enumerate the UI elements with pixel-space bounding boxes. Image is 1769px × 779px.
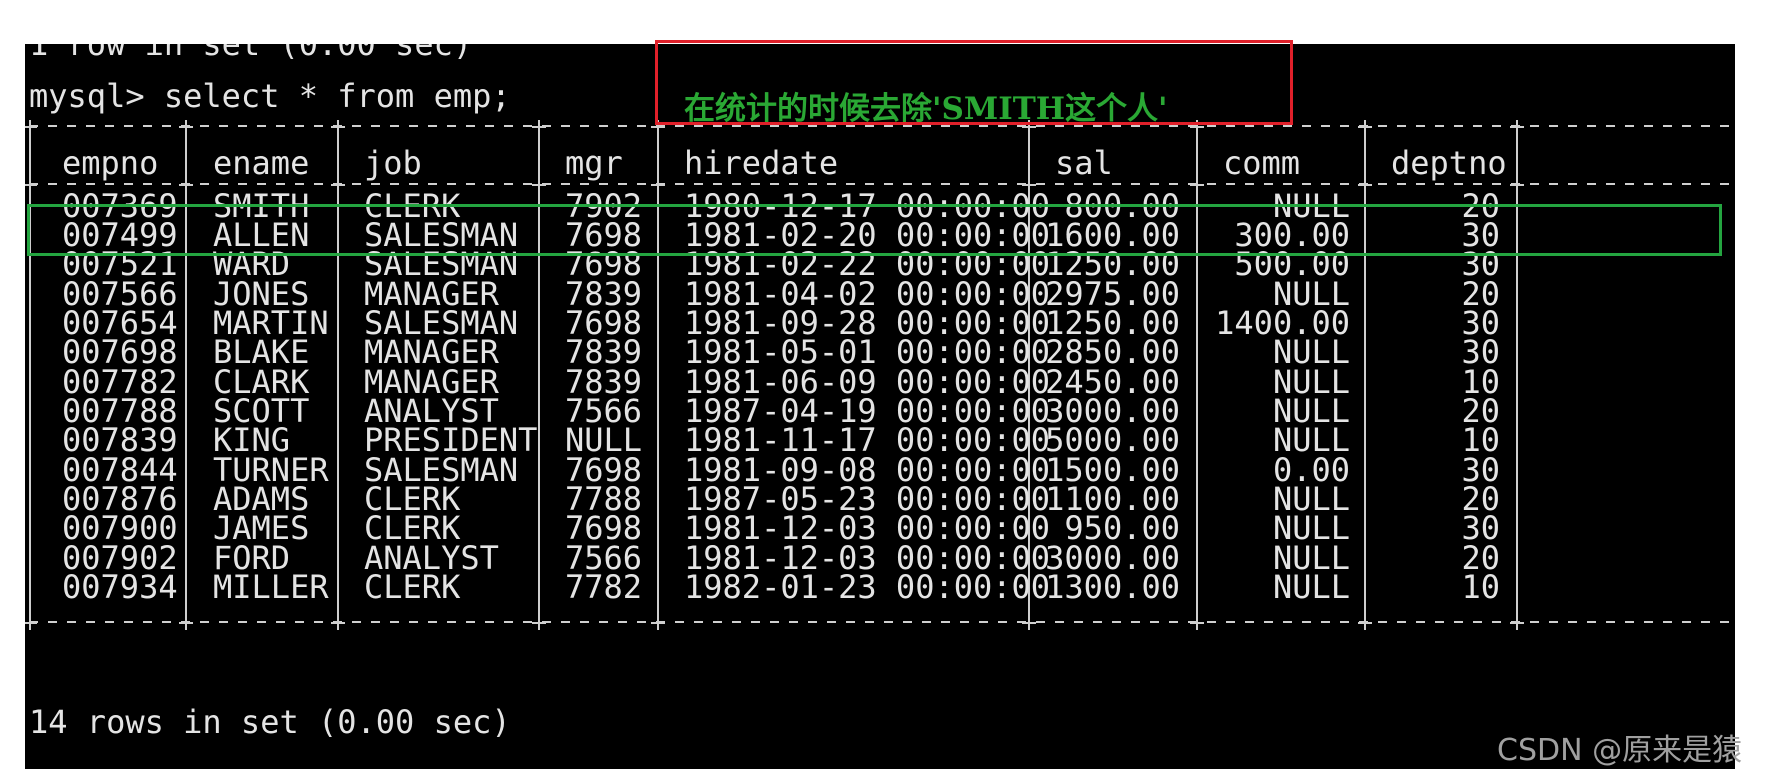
table-corner <box>651 616 665 630</box>
cell-mgr: 7782 <box>565 568 643 606</box>
table-corner <box>331 616 345 630</box>
column-header-sal: sal <box>1055 144 1113 182</box>
column-header-job: job <box>364 144 422 182</box>
column-header-deptno: deptno <box>1391 144 1507 182</box>
column-separator <box>29 132 31 180</box>
column-separator <box>657 132 659 180</box>
column-separator <box>1364 132 1366 180</box>
previous-result-line: 1 row in set (0.00 sec) <box>29 44 473 63</box>
cell-job: CLERK <box>364 568 461 606</box>
column-header-comm: comm <box>1223 144 1301 182</box>
terminal-window[interactable]: 1 row in set (0.00 sec) mysql> select * … <box>25 44 1735 769</box>
table-corner <box>25 616 37 630</box>
column-separator <box>337 132 339 180</box>
cell-ename: MILLER <box>213 568 329 606</box>
table-corner <box>1190 616 1204 630</box>
table-corner <box>25 120 37 134</box>
table-row[interactable]: 007934 MILLER CLERK 7782 1982-01-23 00:00:00… <box>25 571 1735 604</box>
column-header-empno: empno <box>62 144 159 182</box>
table-corner <box>532 616 546 630</box>
table-corner <box>1510 616 1524 630</box>
cell-empno: 007934 <box>62 568 178 606</box>
column-header-ename: ename <box>213 144 310 182</box>
table-corner <box>179 616 193 630</box>
column-separator <box>185 132 187 180</box>
table-border-line <box>29 183 1729 185</box>
column-header-hiredate: hiredate <box>684 144 839 182</box>
cell-deptno: 10 <box>1461 568 1500 606</box>
column-header-mgr: mgr <box>565 144 623 182</box>
smith-row-highlight <box>27 204 1722 256</box>
row-count-line: 14 rows in set (0.00 sec) <box>29 703 511 741</box>
csdn-watermark: CSDN @原来是猿 <box>1497 733 1743 768</box>
column-separator <box>538 132 540 180</box>
annotation-text: 在统计的时候去除'SMITH这个人' <box>684 91 1168 127</box>
cell-sal: 1300.00 <box>1045 568 1180 606</box>
table-corner <box>1022 616 1036 630</box>
sql-prompt-line: mysql> select * from emp; <box>29 77 511 115</box>
column-separator <box>1028 132 1030 180</box>
table-corner <box>1358 616 1372 630</box>
column-separator <box>1516 132 1518 180</box>
table-border-line <box>29 621 1729 623</box>
cell-comm: NULL <box>1272 568 1350 606</box>
column-separator <box>1196 132 1198 180</box>
cell-hiredate: 1982-01-23 00:00:00 <box>684 568 1051 606</box>
